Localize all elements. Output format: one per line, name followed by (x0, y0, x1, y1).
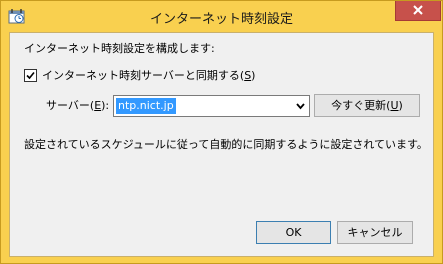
dialog-window: インターネット時刻設定 インターネット時刻設定を構成します: インターネット時刻… (0, 0, 443, 264)
dialog-body: インターネット時刻設定を構成します: インターネット時刻サーバーと同期する(S)… (9, 32, 434, 257)
sync-checkbox-label[interactable]: インターネット時刻サーバーと同期する(S) (42, 69, 255, 83)
server-dropdown-button[interactable] (292, 96, 309, 116)
server-value[interactable]: ntp.nict.jp (116, 98, 176, 114)
server-label: サーバー(E): (46, 99, 110, 112)
server-combobox[interactable]: ntp.nict.jp (113, 95, 310, 117)
window-title: インターネット時刻設定 (149, 12, 293, 27)
cancel-button[interactable]: キャンセル (337, 221, 413, 244)
sync-checkbox[interactable] (24, 69, 37, 82)
update-now-button[interactable]: 今すぐ更新(U) (314, 94, 420, 117)
chevron-down-icon (296, 103, 305, 110)
ok-button[interactable]: OK (256, 221, 331, 244)
close-button[interactable] (395, 1, 441, 21)
close-icon (413, 5, 423, 15)
checkmark-icon (26, 71, 35, 80)
sync-status-text: 設定されているスケジュールに従って自動的に同期するように設定されています。 (24, 138, 428, 151)
title-bar[interactable]: インターネット時刻設定 (1, 1, 442, 32)
dialog-heading: インターネット時刻設定を構成します: (24, 42, 215, 55)
